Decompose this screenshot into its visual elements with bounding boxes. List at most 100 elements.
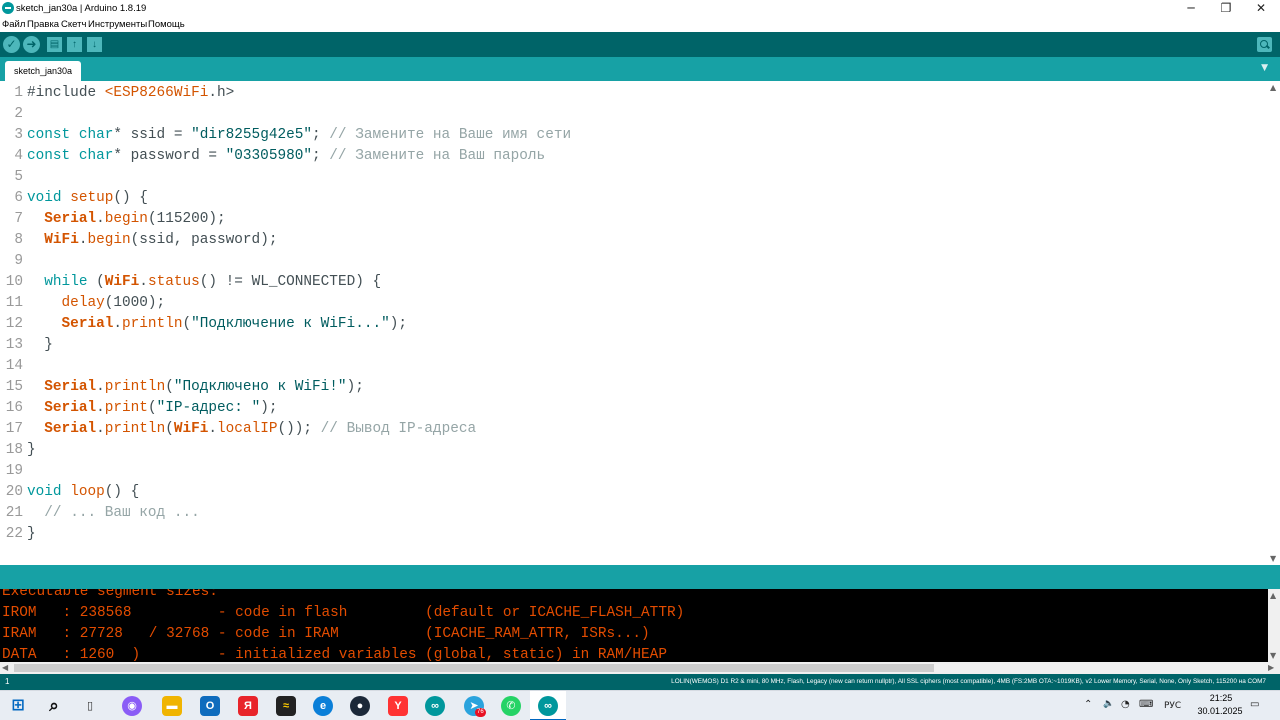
code-line[interactable]: 21 // ... Ваш код ... [0, 503, 1268, 524]
outlook-icon[interactable]: O [200, 696, 220, 716]
code-editor[interactable]: 1 #include <ESP8266WiFi.h> 2 3 const char* s… [0, 81, 1268, 565]
code-line[interactable]: 2 [0, 104, 1268, 125]
code-line[interactable]: 17 Serial.println(WiFi.localIP()); // Вы… [0, 419, 1268, 440]
line-number: 19 [5, 463, 23, 479]
code-line[interactable]: 10 while (WiFi.status() != WL_CONNECTED)… [0, 272, 1268, 293]
keyboard-icon[interactable]: ⌨ [1139, 699, 1153, 710]
verify-button[interactable]: ✓ [3, 36, 20, 53]
menu-help[interactable]: Помощь [148, 19, 185, 30]
arduino-icon[interactable]: ∞ [425, 696, 445, 716]
code-text[interactable]: Serial.begin(115200); [27, 209, 225, 230]
console-scroll-down-icon[interactable]: ▼ [1270, 651, 1276, 660]
code-line[interactable]: 3 const char* ssid = "dir8255g42e5"; // З… [0, 125, 1268, 146]
tab-menu-button[interactable]: ▼ [1261, 63, 1268, 73]
code-text[interactable]: const char* ssid = "dir8255g42e5"; // За… [27, 125, 571, 146]
code-line[interactable]: 20 void loop() { [0, 482, 1268, 503]
volume-icon[interactable]: 🔈 [1103, 699, 1114, 709]
menu-sketch[interactable]: Скетч [61, 19, 86, 30]
code-line[interactable]: 15 Serial.println("Подключено к WiFi!"); [0, 377, 1268, 398]
code-line[interactable]: 11 delay(1000); [0, 293, 1268, 314]
code-line[interactable]: 6 void setup() { [0, 188, 1268, 209]
app-icon[interactable]: ≈ [276, 696, 296, 716]
scroll-right-icon[interactable]: ▶ [1268, 663, 1274, 672]
code-text[interactable]: void loop() { [27, 482, 139, 503]
code-text[interactable]: Serial.println(WiFi.localIP()); // Вывод… [27, 419, 476, 440]
open-button[interactable]: ↑ [67, 37, 82, 52]
console-scroll-up-icon[interactable]: ▲ [1270, 591, 1276, 600]
minimize-button[interactable]: ─ [1174, 0, 1208, 17]
new-button[interactable]: ▤ [47, 37, 62, 52]
tab-sketch[interactable]: sketch_jan30a [5, 61, 81, 81]
code-text[interactable]: Serial.print("IP-адрес: "); [27, 398, 277, 419]
code-line[interactable]: 19 [0, 461, 1268, 482]
console-scrollbar[interactable]: ▲ ▼ [1268, 589, 1280, 662]
menu-edit[interactable]: Правка [27, 19, 59, 30]
code-line[interactable]: 7 Serial.begin(115200); [0, 209, 1268, 230]
code-line[interactable]: 12 Serial.println("Подключение к WiFi...… [0, 314, 1268, 335]
alice-icon[interactable]: ◉ [122, 696, 142, 716]
console-divider[interactable] [0, 565, 1280, 589]
line-number: 12 [5, 316, 23, 332]
code-text[interactable]: void setup() { [27, 188, 148, 209]
menu-file[interactable]: Файл [2, 19, 25, 30]
arrow-down-icon: ↓ [92, 39, 97, 50]
serial-monitor-button[interactable] [1257, 37, 1272, 52]
code-text[interactable]: const char* password = "03305980"; // За… [27, 146, 545, 167]
check-icon: ✓ [6, 37, 17, 51]
code-text[interactable]: Serial.println("Подключено к WiFi!"); [27, 377, 364, 398]
code-line[interactable]: 13 } [0, 335, 1268, 356]
search-icon[interactable]: ⌕ [44, 696, 64, 716]
menu-tools[interactable]: Инструменты [88, 19, 147, 30]
close-button[interactable]: ✕ [1244, 0, 1278, 17]
network-icon[interactable]: ◔ [1121, 699, 1130, 710]
code-line[interactable]: 1 #include <ESP8266WiFi.h> [0, 83, 1268, 104]
status-bar: 1 LOLIN(WEMOS) D1 R2 & mini, 80 MHz, Fla… [0, 674, 1280, 690]
code-text[interactable]: WiFi.begin(ssid, password); [27, 230, 277, 251]
code-text[interactable]: delay(1000); [27, 293, 166, 314]
console-line: DATA : 1260 ) - initialized variables (g… [2, 647, 667, 662]
start-icon[interactable]: ⊞ [8, 696, 28, 716]
code-line[interactable]: 4 const char* password = "03305980"; // З… [0, 146, 1268, 167]
scrollbar-thumb[interactable] [14, 664, 934, 672]
console-line: IROM : 238568 - code in flash (default o… [2, 605, 685, 621]
editor-scrollbar[interactable]: ▲ ▼ [1268, 81, 1280, 565]
yandex-browser-icon[interactable]: Y [388, 696, 408, 716]
code-text[interactable]: } [27, 524, 36, 545]
line-number: 11 [5, 295, 23, 311]
code-line[interactable]: 22} [0, 524, 1268, 545]
scroll-up-icon[interactable]: ▲ [1270, 83, 1276, 92]
code-line[interactable]: 16 Serial.print("IP-адрес: "); [0, 398, 1268, 419]
file-explorer-icon[interactable]: ▬ [162, 696, 182, 716]
restore-button[interactable]: ❐ [1209, 0, 1243, 17]
arduino-active-icon[interactable]: ∞ [538, 696, 558, 716]
task-view-icon[interactable]: ▯ [80, 696, 100, 716]
code-line[interactable]: 5 [0, 167, 1268, 188]
language-indicator[interactable]: РУС [1164, 701, 1181, 711]
yandex-icon[interactable]: Я [238, 696, 258, 716]
code-text[interactable]: #include <ESP8266WiFi.h> [27, 83, 234, 104]
code-text[interactable]: Serial.println("Подключение к WiFi..."); [27, 314, 407, 335]
steam-icon[interactable]: ● [350, 696, 370, 716]
clock-date[interactable]: 30.01.2025 [1190, 706, 1250, 716]
save-button[interactable]: ↓ [87, 37, 102, 52]
code-line[interactable]: 18} [0, 440, 1268, 461]
code-text[interactable]: } [27, 440, 36, 461]
console-horizontal-scrollbar[interactable]: ◀ ▶ [0, 662, 1280, 674]
file-icon: ▤ [49, 39, 60, 50]
clock-time[interactable]: 21:25 [1200, 693, 1242, 703]
code-line[interactable]: 14 [0, 356, 1268, 377]
whatsapp-icon[interactable]: ✆ [501, 696, 521, 716]
code-text[interactable]: } [27, 335, 53, 356]
scroll-left-icon[interactable]: ◀ [2, 663, 8, 672]
edge-icon[interactable]: e [313, 696, 333, 716]
line-number: 9 [14, 253, 23, 269]
code-line[interactable]: 8 WiFi.begin(ssid, password); [0, 230, 1268, 251]
upload-button[interactable]: ➜ [23, 36, 40, 53]
scroll-down-icon[interactable]: ▼ [1270, 554, 1276, 563]
notifications-icon[interactable]: ▭ [1250, 699, 1259, 710]
code-text[interactable]: // ... Ваш код ... [27, 503, 199, 524]
code-line[interactable]: 9 [0, 251, 1268, 272]
tray-chevron-icon[interactable]: ⌃ [1084, 699, 1092, 710]
code-text[interactable]: while (WiFi.status() != WL_CONNECTED) { [27, 272, 381, 293]
line-number: 5 [14, 169, 23, 185]
